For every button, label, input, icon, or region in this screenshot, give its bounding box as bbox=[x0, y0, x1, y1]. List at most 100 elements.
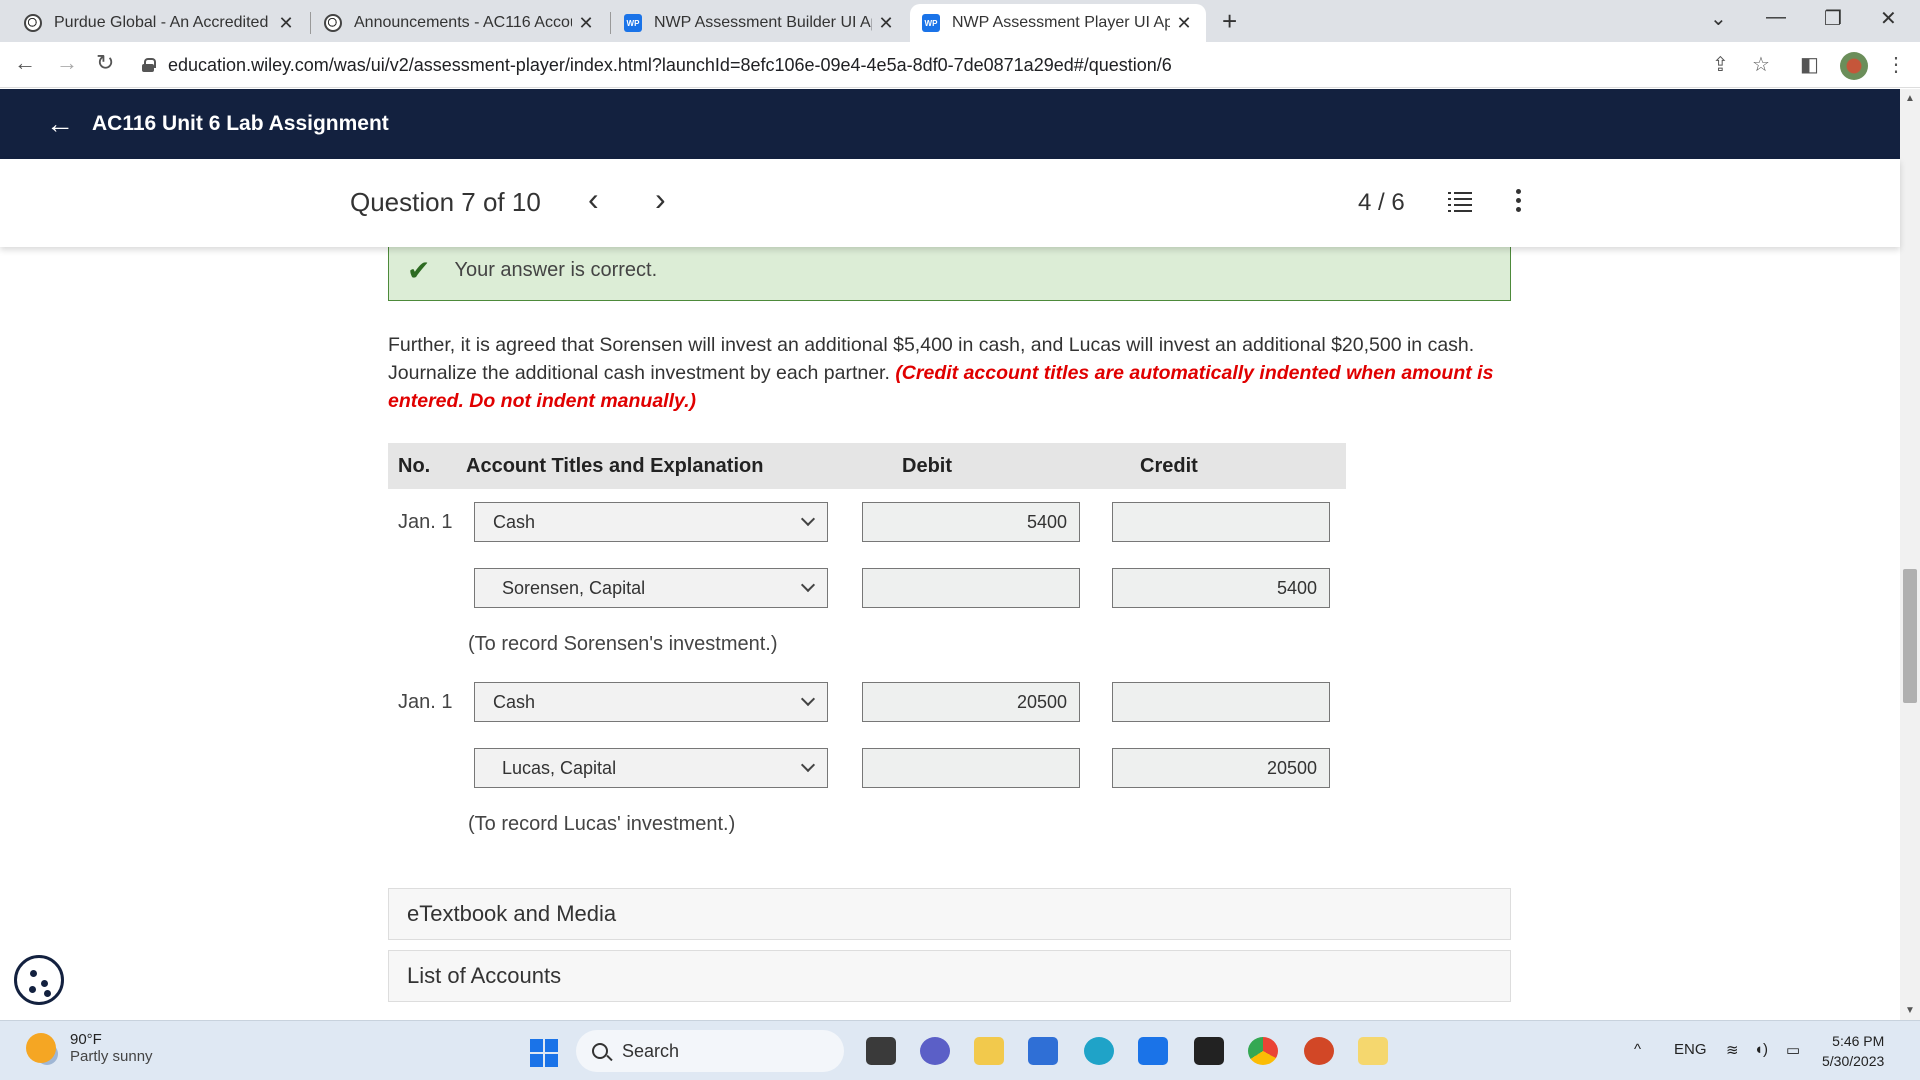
new-tab-icon[interactable]: + bbox=[1222, 6, 1237, 37]
minimize-icon[interactable]: — bbox=[1766, 6, 1786, 29]
entry-date: Jan. 1 bbox=[398, 511, 453, 533]
chevron-down-icon bbox=[800, 757, 816, 773]
weather-temperature: 90°F bbox=[70, 1031, 102, 1048]
back-arrow-icon[interactable]: ← bbox=[46, 108, 74, 140]
browser-tab-purdue[interactable]: Purdue Global - An Accredited O ✕ bbox=[12, 4, 308, 42]
partly-sunny-icon bbox=[26, 1033, 56, 1063]
assignment-header: ← AC116 Unit 6 Lab Assignment bbox=[0, 89, 1900, 159]
debit-input[interactable]: 5400 bbox=[862, 502, 1080, 542]
account-select[interactable]: Cash bbox=[474, 682, 828, 722]
etextbook-media-accordion[interactable]: eTextbook and Media bbox=[388, 888, 1511, 940]
volume-icon[interactable]: ◖) bbox=[1754, 1041, 1768, 1058]
adobe-icon[interactable] bbox=[1194, 1037, 1224, 1065]
header-debit: Debit bbox=[902, 455, 952, 477]
attempt-counter: 4 / 6 bbox=[1358, 189, 1405, 216]
tab-separator bbox=[310, 12, 311, 34]
tab-list-icon[interactable]: ⌄ bbox=[1710, 6, 1727, 31]
page-scrollbar[interactable]: ▲ ▼ bbox=[1900, 89, 1920, 1022]
microsoft-store-icon[interactable] bbox=[1028, 1037, 1058, 1065]
url-field[interactable]: education.wiley.com/was/ui/v2/assessment… bbox=[142, 48, 1702, 82]
credit-input[interactable] bbox=[1112, 682, 1330, 722]
browser-menu-icon[interactable]: ⋮ bbox=[1886, 52, 1906, 77]
previous-question-icon[interactable]: ‹ bbox=[588, 181, 599, 218]
account-select-value: Lucas, Capital bbox=[502, 757, 617, 778]
wifi-icon[interactable]: ≋ bbox=[1726, 1041, 1739, 1059]
clock-time: 5:46 PM bbox=[1832, 1033, 1885, 1049]
back-icon[interactable]: ← bbox=[14, 50, 36, 76]
weather-widget[interactable]: 90°F Partly sunny bbox=[26, 1031, 153, 1065]
question-navigation-bar: Question 7 of 10 ‹ › 4 / 6 bbox=[0, 159, 1900, 247]
edge-browser-icon[interactable] bbox=[1084, 1037, 1114, 1065]
credit-input[interactable] bbox=[1112, 502, 1330, 542]
powerpoint-icon[interactable] bbox=[1304, 1037, 1334, 1065]
browser-tab-assessment-player[interactable]: WP NWP Assessment Player UI Appli ✕ bbox=[910, 4, 1206, 42]
entry-date: Jan. 1 bbox=[398, 691, 453, 713]
share-icon[interactable]: ⇪ bbox=[1712, 52, 1729, 77]
purdue-logo-icon bbox=[24, 14, 42, 32]
forward-icon[interactable]: → bbox=[56, 50, 78, 76]
account-select-value: Sorensen, Capital bbox=[502, 577, 646, 598]
feedback-message: Your answer is correct. bbox=[454, 259, 658, 281]
tab-close-icon[interactable]: ✕ bbox=[276, 13, 296, 34]
checkmark-icon: ✔ bbox=[407, 255, 431, 286]
tab-close-icon[interactable]: ✕ bbox=[576, 13, 596, 34]
weather-description: Partly sunny bbox=[70, 1048, 153, 1065]
show-hidden-icons-icon[interactable]: ^ bbox=[1634, 1041, 1641, 1058]
chevron-down-icon bbox=[800, 511, 816, 527]
account-select[interactable]: Sorensen, Capital bbox=[474, 568, 828, 608]
tab-close-icon[interactable]: ✕ bbox=[1174, 13, 1194, 34]
tab-title: NWP Assessment Builder UI Appl bbox=[654, 14, 872, 31]
tab-title: Announcements - AC116 Accoun bbox=[354, 14, 572, 31]
next-question-icon[interactable]: › bbox=[655, 181, 666, 218]
files-app-icon[interactable] bbox=[1358, 1037, 1388, 1065]
list-of-accounts-accordion[interactable]: List of Accounts bbox=[388, 950, 1511, 1002]
url-text: education.wiley.com/was/ui/v2/assessment… bbox=[168, 54, 1172, 75]
scroll-down-icon[interactable]: ▼ bbox=[1905, 1005, 1915, 1016]
windows-start-icon[interactable] bbox=[530, 1039, 558, 1067]
tab-separator bbox=[610, 12, 611, 34]
restore-icon[interactable]: ❐ bbox=[1824, 6, 1842, 31]
debit-input[interactable] bbox=[862, 568, 1080, 608]
file-explorer-icon[interactable] bbox=[974, 1037, 1004, 1065]
lock-icon bbox=[142, 58, 156, 72]
browser-tab-assessment-builder[interactable]: WP NWP Assessment Builder UI Appl ✕ bbox=[612, 4, 908, 42]
debit-input[interactable]: 20500 bbox=[862, 682, 1080, 722]
system-clock[interactable]: 5:46 PM 5/30/2023 bbox=[1822, 1031, 1884, 1071]
scroll-up-icon[interactable]: ▲ bbox=[1905, 93, 1915, 104]
task-view-icon[interactable] bbox=[866, 1037, 896, 1065]
question-content: ✔ Your answer is correct. Further, it is… bbox=[350, 247, 1550, 1022]
reload-icon[interactable]: ↻ bbox=[96, 50, 114, 76]
profile-avatar[interactable] bbox=[1840, 52, 1868, 80]
window-close-icon[interactable]: ✕ bbox=[1880, 6, 1897, 31]
account-select[interactable]: Cash bbox=[474, 502, 828, 542]
chevron-down-icon bbox=[800, 691, 816, 707]
tab-title: Purdue Global - An Accredited O bbox=[54, 14, 272, 31]
browser-tab-announcements[interactable]: Announcements - AC116 Accoun ✕ bbox=[312, 4, 608, 42]
side-panel-icon[interactable]: ◧ bbox=[1800, 52, 1819, 77]
browser-address-bar: ← → ↻ education.wiley.com/was/ui/v2/asse… bbox=[0, 42, 1920, 88]
question-list-icon[interactable] bbox=[1448, 191, 1472, 212]
question-instructions: Further, it is agreed that Sorensen will… bbox=[388, 331, 1518, 415]
credit-input[interactable]: 20500 bbox=[1112, 748, 1330, 788]
bookmark-star-icon[interactable]: ☆ bbox=[1752, 52, 1770, 77]
credit-input[interactable]: 5400 bbox=[1112, 568, 1330, 608]
taskbar-search[interactable]: Search bbox=[576, 1030, 844, 1072]
more-options-icon[interactable] bbox=[1516, 189, 1522, 213]
search-icon bbox=[592, 1043, 608, 1059]
chrome-icon[interactable] bbox=[1248, 1037, 1278, 1065]
language-indicator[interactable]: ENG bbox=[1674, 1041, 1707, 1058]
account-select-value: Cash bbox=[493, 691, 536, 712]
assignment-title: AC116 Unit 6 Lab Assignment bbox=[92, 112, 389, 135]
entry-explanation: (To record Sorensen's investment.) bbox=[468, 633, 778, 655]
mail-icon[interactable] bbox=[1138, 1037, 1168, 1065]
scrollbar-thumb[interactable] bbox=[1903, 569, 1917, 703]
cookie-settings-icon[interactable] bbox=[14, 955, 64, 1005]
chat-icon[interactable] bbox=[920, 1037, 950, 1065]
windows-taskbar: 90°F Partly sunny Search ^ ENG ≋ ◖) ▭ 5:… bbox=[0, 1020, 1920, 1080]
correct-answer-banner: ✔ Your answer is correct. bbox=[388, 247, 1511, 301]
debit-input[interactable] bbox=[862, 748, 1080, 788]
journal-table-header: No. Account Titles and Explanation Debit… bbox=[388, 443, 1346, 489]
account-select[interactable]: Lucas, Capital bbox=[474, 748, 828, 788]
battery-icon[interactable]: ▭ bbox=[1786, 1041, 1800, 1059]
tab-close-icon[interactable]: ✕ bbox=[876, 13, 896, 34]
